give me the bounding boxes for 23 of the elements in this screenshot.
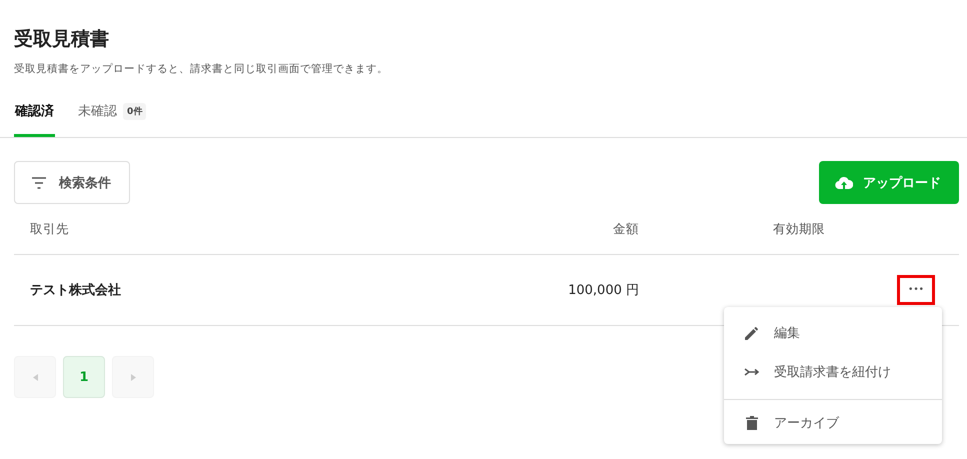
table-cell-text: 100,000 円 — [567, 282, 639, 299]
column-header: 金額 — [612, 220, 639, 238]
filter-button[interactable]: 検索条件 — [14, 161, 130, 204]
previous-page-button[interactable] — [14, 356, 56, 398]
more-button[interactable]: ••• — [897, 275, 935, 305]
next-page-button[interactable] — [112, 356, 154, 398]
tab[interactable]: 確認済 — [14, 98, 55, 137]
table-cell-text: テスト株式会社 — [29, 282, 122, 299]
menu-item[interactable]: 編集 — [724, 313, 942, 352]
menu-item[interactable]: 受取請求書を紐付け — [724, 352, 942, 391]
filter-icon — [31, 176, 47, 188]
column-header: 有効期限 — [772, 220, 826, 238]
trash-icon — [744, 415, 760, 431]
cloud-upload-icon — [835, 176, 853, 189]
page-description: 受取見積書をアップロードすると、請求書と同じ取引画面で管理できます。 — [14, 62, 388, 76]
pencil-icon — [744, 324, 760, 340]
column-header: 取引先 — [29, 220, 70, 238]
tab[interactable]: 未確認 0件 — [77, 98, 148, 137]
caret-left-icon — [32, 374, 38, 380]
count-badge: 0件 — [123, 102, 146, 120]
page-title: 受取見積書 — [14, 27, 110, 52]
menu-item[interactable]: アーカイブ — [724, 399, 942, 438]
caret-right-icon — [130, 374, 136, 380]
